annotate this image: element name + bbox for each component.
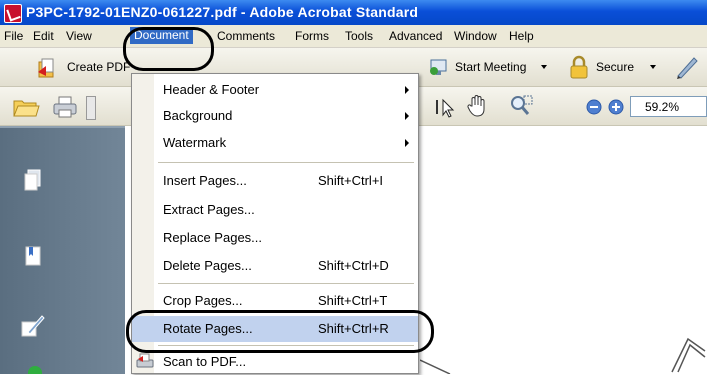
menu-item-shortcut: Shift+Ctrl+T [318, 293, 388, 308]
menu-item-replace-pages[interactable]: Replace Pages... [132, 225, 418, 251]
rotate-pages-highlight-ring [126, 310, 434, 353]
menu-window[interactable]: Window [454, 29, 497, 43]
zoom-in-icon[interactable] [608, 99, 624, 115]
menu-item-background[interactable]: Background [132, 103, 418, 129]
scanner-icon [136, 353, 154, 369]
start-meeting-button[interactable]: Start Meeting [455, 60, 526, 74]
acrobat-app-icon [4, 4, 22, 23]
secure-button[interactable]: Secure [596, 60, 634, 74]
window-title: P3PC-1792-01ENZ0-061227.pdf - Adobe Acro… [26, 4, 419, 20]
page-content-line [420, 359, 451, 374]
create-pdf-icon[interactable] [36, 56, 58, 78]
menu-item-shortcut: Shift+Ctrl+I [318, 173, 384, 188]
zoom-level-field[interactable]: 59.2% [630, 96, 707, 117]
save-icon[interactable] [86, 96, 96, 120]
menu-item-header-footer[interactable]: Header & Footer [132, 77, 418, 103]
menu-bar: File Edit View Document Comments Forms T… [0, 25, 707, 48]
chevron-down-icon[interactable] [541, 65, 547, 69]
print-icon[interactable] [52, 95, 78, 119]
start-meeting-icon[interactable] [428, 56, 450, 78]
menu-item-label: Watermark [163, 135, 227, 150]
menu-help[interactable]: Help [509, 29, 534, 43]
menu-item-label: Crop Pages... [163, 293, 243, 308]
document-canvas[interactable] [420, 126, 707, 374]
bookmarks-icon[interactable] [22, 244, 44, 268]
chevron-down-icon[interactable] [650, 65, 656, 69]
document-menu-highlight-ring [123, 27, 214, 71]
menu-item-label: Replace Pages... [163, 230, 263, 245]
menu-item-insert-pages[interactable]: Insert Pages... Shift+Ctrl+I [132, 168, 418, 194]
title-bar: P3PC-1792-01ENZ0-061227.pdf - Adobe Acro… [0, 0, 707, 25]
submenu-arrow-icon [405, 86, 409, 94]
zoom-level-value: 59.2% [645, 100, 680, 114]
page-content-graphic [671, 337, 706, 373]
submenu-arrow-icon [405, 139, 409, 147]
menu-item-label: Insert Pages... [163, 173, 247, 188]
pages-icon[interactable] [22, 168, 44, 192]
submenu-arrow-icon [405, 112, 409, 120]
menu-item-label: Header & Footer [163, 82, 260, 97]
menu-item-extract-pages[interactable]: Extract Pages... [132, 197, 418, 223]
menu-tools[interactable]: Tools [345, 29, 373, 43]
menu-item-shortcut: Shift+Ctrl+D [318, 258, 389, 273]
open-folder-icon[interactable] [12, 96, 40, 118]
menu-comments[interactable]: Comments [217, 29, 275, 43]
sign-pen-icon[interactable] [674, 54, 700, 80]
menu-file[interactable]: File [4, 29, 23, 43]
menu-item-delete-pages[interactable]: Delete Pages... Shift+Ctrl+D [132, 253, 418, 279]
attachments-icon[interactable] [28, 366, 42, 374]
menu-view[interactable]: View [66, 29, 92, 43]
navigation-panel [0, 126, 125, 374]
hand-tool-icon[interactable] [466, 94, 490, 118]
menu-edit[interactable]: Edit [33, 29, 54, 43]
select-tool-icon[interactable] [434, 96, 456, 118]
menu-item-label: Background [163, 108, 233, 123]
lock-icon[interactable] [568, 55, 590, 79]
menu-separator [158, 283, 414, 284]
zoom-tool-icon[interactable] [508, 94, 534, 118]
menu-separator [158, 162, 414, 163]
menu-item-label: Delete Pages... [163, 258, 252, 273]
menu-item-watermark[interactable]: Watermark [132, 130, 418, 156]
panel-divider [0, 126, 125, 128]
menu-item-label: Extract Pages... [163, 202, 255, 217]
menu-advanced[interactable]: Advanced [389, 29, 442, 43]
menu-forms[interactable]: Forms [295, 29, 329, 43]
zoom-out-icon[interactable] [586, 99, 602, 115]
menu-item-label: Scan to PDF... [163, 354, 247, 369]
create-pdf-button[interactable]: Create PDF [67, 60, 130, 74]
signatures-icon[interactable] [20, 312, 46, 338]
